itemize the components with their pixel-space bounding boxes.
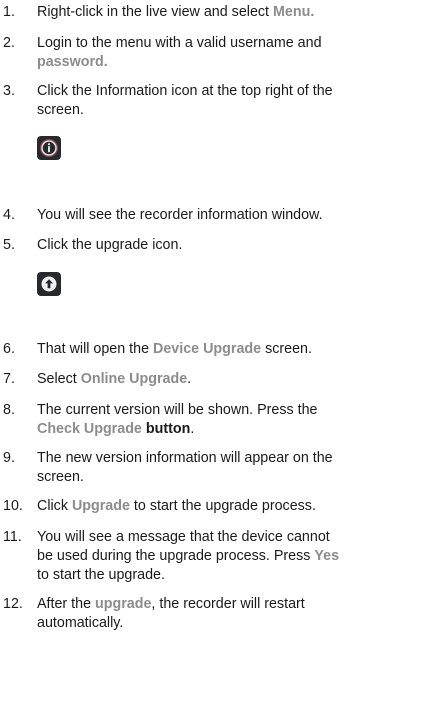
check-upgrade-label: Check Upgrade xyxy=(37,421,142,437)
step-text: You will see a message that the device c… xyxy=(37,529,340,583)
upgrade-word-label: upgrade xyxy=(95,596,152,612)
step-number: 7. xyxy=(3,371,15,387)
step-number: 3. xyxy=(3,83,15,99)
step-text: Click the upgrade icon. xyxy=(37,237,183,253)
upgrade-arrow-icon xyxy=(37,272,61,296)
upgrade-arrow-icon-glyph xyxy=(41,276,57,292)
step-text: That will open the Device Upgrade screen… xyxy=(37,341,312,357)
info-icon xyxy=(37,136,61,160)
step-number: 4. xyxy=(3,207,15,223)
step-text: Click Upgrade to start the upgrade proce… xyxy=(37,498,316,514)
step-text: Select Online Upgrade. xyxy=(37,371,192,387)
upgrade-label: Upgrade xyxy=(71,498,130,514)
step-number: 10. xyxy=(3,498,23,514)
step-text: Click the Information icon at the top ri… xyxy=(37,83,333,118)
step-number: 2. xyxy=(3,35,15,51)
step-number: 8. xyxy=(3,402,15,418)
step-text: Login to the menu with a valid username … xyxy=(37,35,322,70)
online-upgrade-label: Online Upgrade xyxy=(80,371,188,387)
step-text: You will see the recorder information wi… xyxy=(37,207,323,223)
step-number: 11. xyxy=(3,529,22,545)
step-text: Right-click in the live view and select … xyxy=(37,4,315,20)
step-number: 5. xyxy=(3,237,15,253)
info-icon-glyph xyxy=(39,138,59,158)
yes-label: Yes xyxy=(314,548,340,564)
menu-label: Menu. xyxy=(273,4,315,20)
password-label: password. xyxy=(37,54,108,70)
step-text: After the upgrade, the recorder will res… xyxy=(37,596,305,631)
device-upgrade-label: Device Upgrade xyxy=(153,341,262,357)
step-text: The current version will be shown. Press… xyxy=(37,402,318,437)
step-text: The new version information will appear … xyxy=(37,450,333,485)
step-number: 1. xyxy=(3,4,15,20)
step-number: 12. xyxy=(3,596,23,612)
step-number: 6. xyxy=(3,341,15,357)
button-word: button xyxy=(145,421,191,437)
step-number: 9. xyxy=(3,450,15,466)
